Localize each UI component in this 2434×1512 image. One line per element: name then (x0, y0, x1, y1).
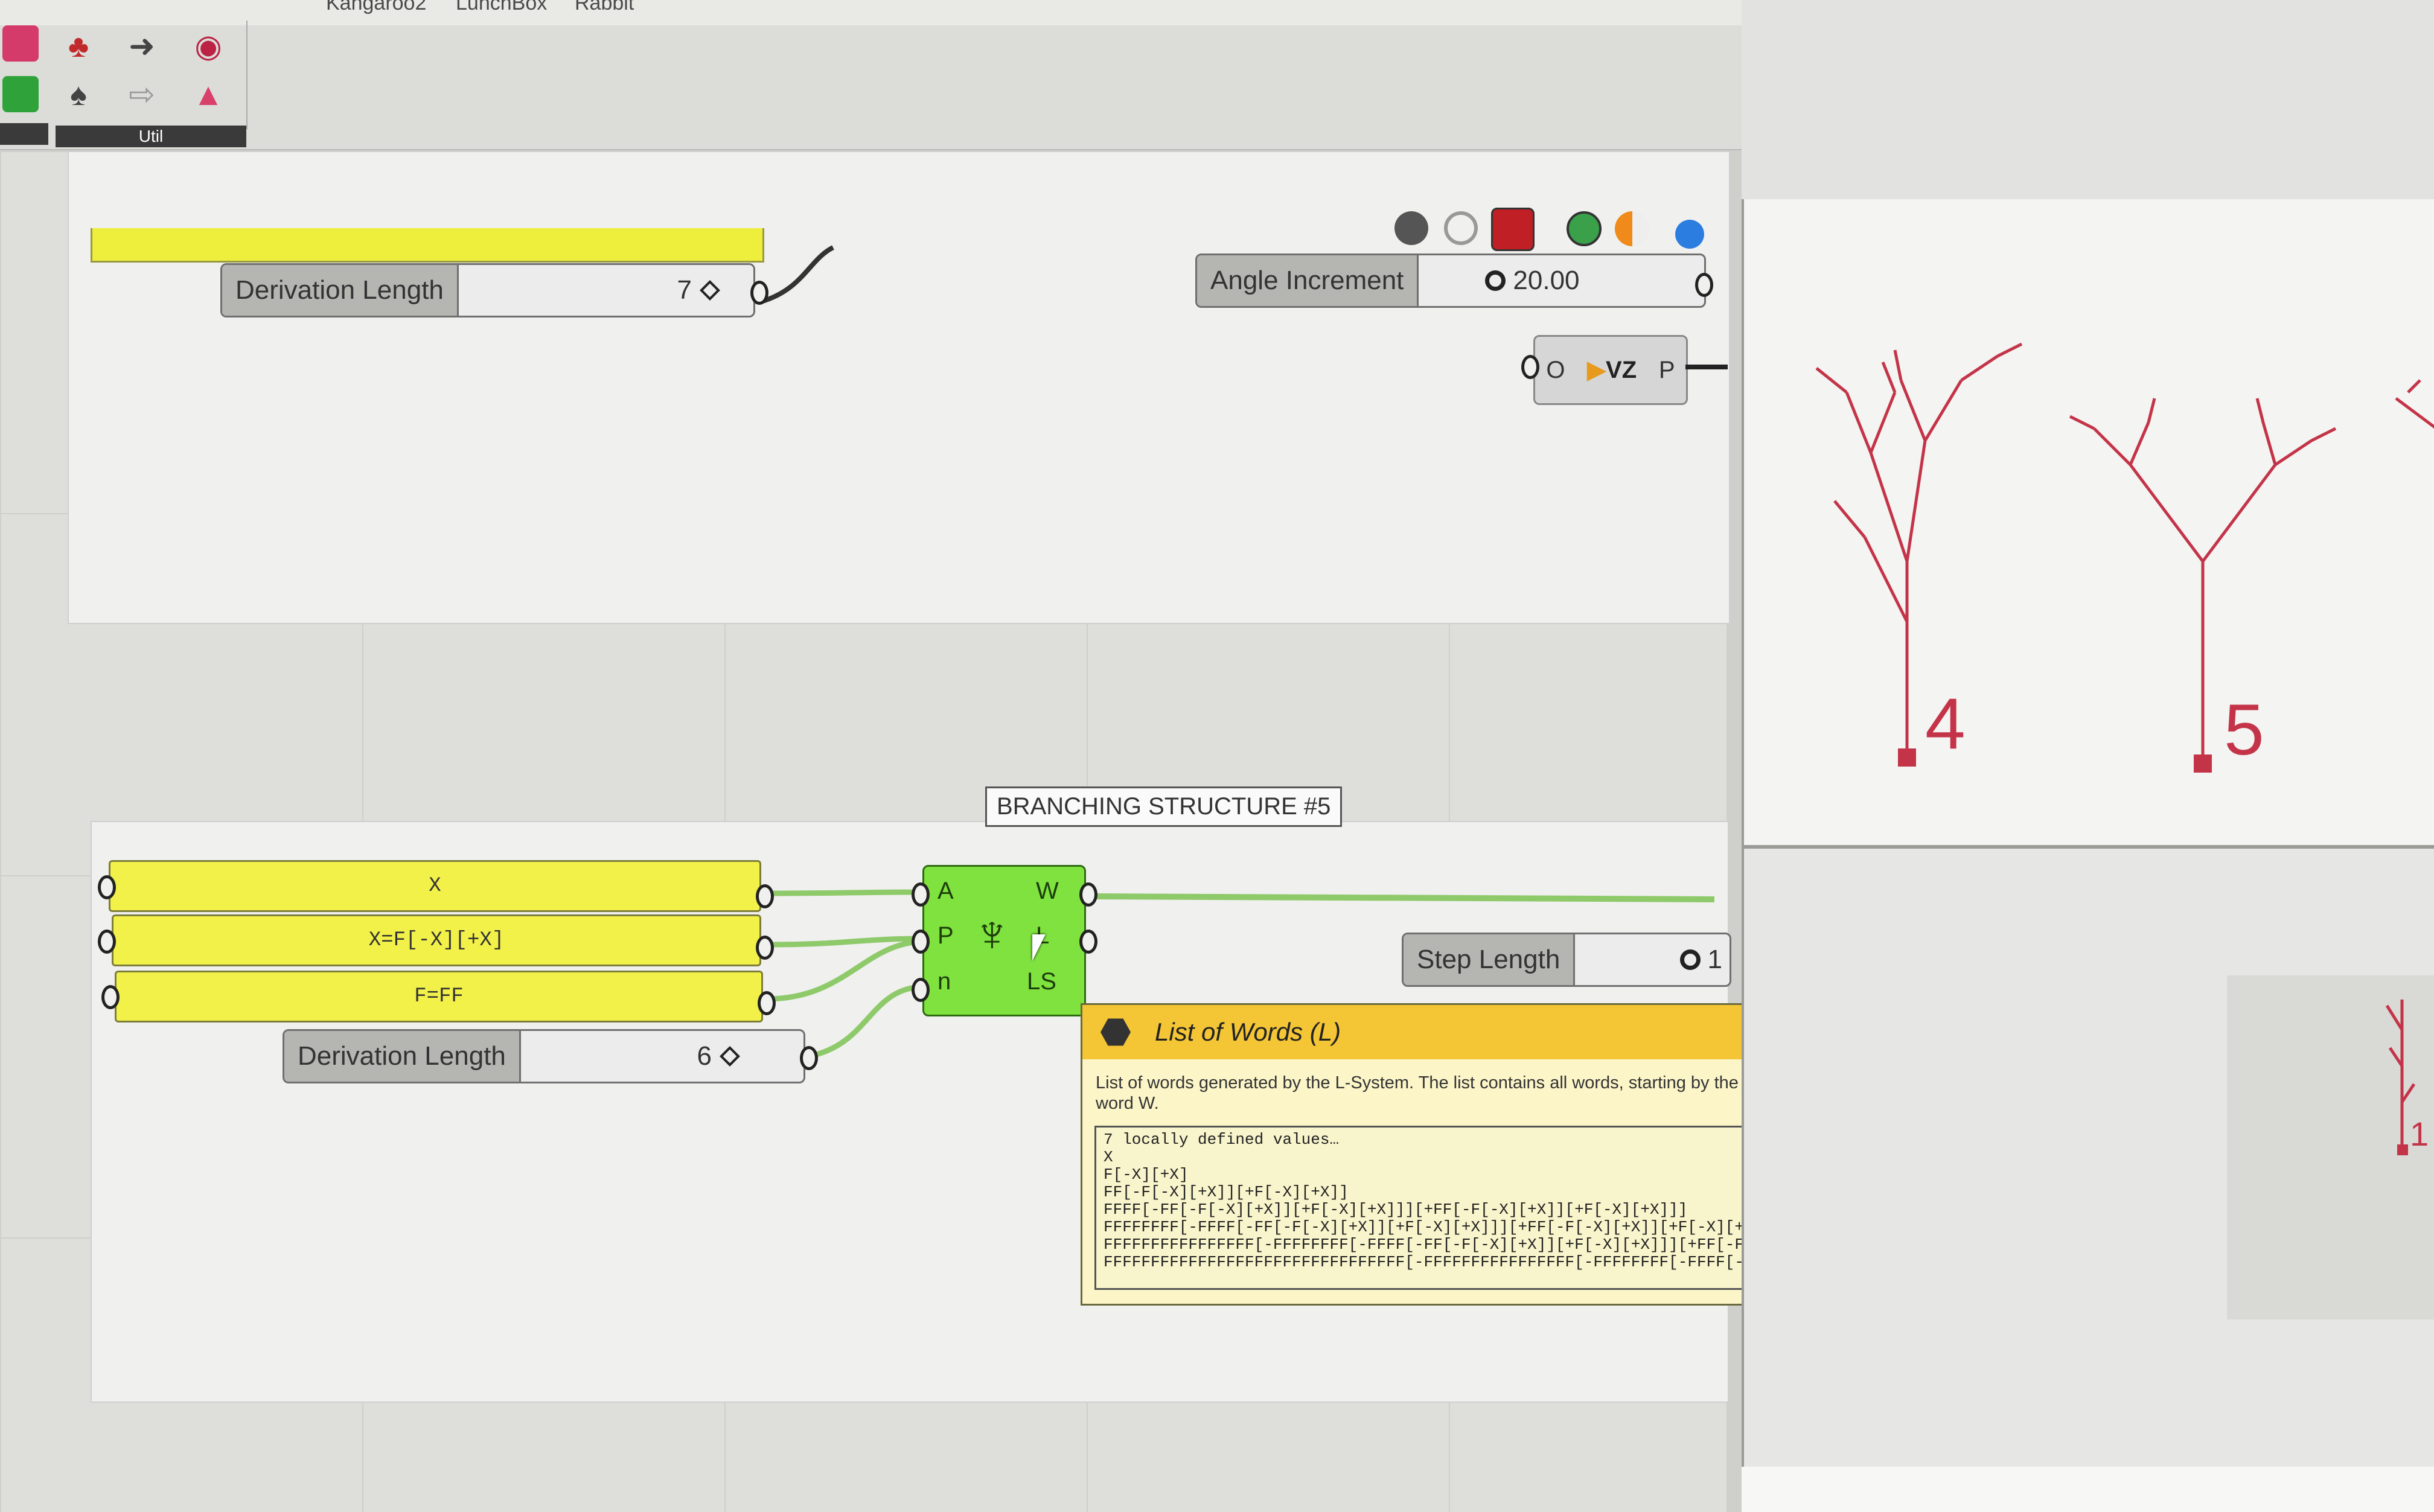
grid-icon[interactable] (2, 76, 39, 112)
selected-preview-icon[interactable] (1567, 211, 1602, 246)
input-axiom-label[interactable]: A (938, 878, 954, 905)
input-grip[interactable] (912, 930, 930, 954)
input-grip[interactable] (912, 978, 930, 1002)
util-tab[interactable]: Util (56, 126, 246, 147)
slider-derivation-bottom[interactable]: Derivation Length 6 (283, 1029, 805, 1083)
bubble-icon[interactable]: ◉ (188, 27, 228, 66)
output-word-label[interactable]: W (1036, 878, 1059, 905)
input-grip[interactable] (1521, 355, 1539, 379)
panel-partial[interactable] (91, 228, 764, 263)
util-group: ♣ ➜ ◉ ♠ ⇨ ▲ (56, 21, 248, 129)
ribbon-group-tab[interactable] (0, 123, 48, 145)
wire-stub (1685, 365, 1728, 369)
swatch-icon[interactable] (2, 25, 39, 62)
shaded-icon[interactable] (1491, 208, 1535, 251)
slider-angle-value: 20.00 (1513, 266, 1580, 295)
slider-derivation-top-label: Derivation Length (222, 265, 459, 316)
output-grip[interactable] (1079, 930, 1097, 954)
menu-kangaroo2[interactable]: Kangaroo2 (326, 0, 426, 15)
tree-5 (2069, 398, 2337, 761)
preview-icon[interactable] (1394, 211, 1428, 245)
input-grip[interactable] (98, 930, 116, 954)
input-grip[interactable] (101, 985, 120, 1009)
output-grip[interactable] (750, 281, 768, 305)
tree-drawing-small (2385, 1000, 2416, 1155)
tree-label-1: 1 (2410, 1115, 2429, 1153)
input-count-label[interactable]: n (938, 968, 951, 995)
slider-step[interactable]: Step Length 1 (1402, 933, 1731, 987)
input-rules-label[interactable]: P (938, 922, 954, 949)
group-top (68, 151, 1730, 624)
material-icon[interactable] (1615, 211, 1650, 246)
lsystem-component[interactable]: A P n W L LS ♆ (922, 865, 1086, 1016)
panel-rule-x[interactable]: X=F[-X][+X] (112, 914, 761, 966)
unit-z-icon: ▶VZ (1587, 357, 1637, 383)
sphere-icon[interactable] (1675, 220, 1704, 249)
tree-4-base-icon (1898, 748, 1916, 767)
tree-4 (1815, 342, 2023, 754)
tree-drawings (1815, 342, 2434, 773)
param-hexagon-icon (1100, 1018, 1131, 1046)
panel-rule-f[interactable]: F=FF (115, 971, 763, 1022)
menu-rabbit[interactable]: Rabbit (575, 0, 634, 15)
output-grip[interactable] (800, 1046, 818, 1070)
rhino-viewport-top[interactable]: 4 5 (1742, 199, 2434, 845)
tree-icon: ♆ (973, 905, 1012, 963)
arrow-outline-icon[interactable]: ⇨ (122, 75, 162, 115)
component-name-tag: BRANCHING STRUCTURE #5 (985, 786, 1343, 827)
grasshopper-canvas[interactable] (0, 151, 1730, 1512)
tree-label-5: 5 (2224, 689, 2264, 770)
slider-derivation-bottom-value: 6 (697, 1041, 712, 1071)
tree-label-4: 4 (1925, 683, 1966, 764)
rhino-title-area (1742, 0, 2434, 199)
input-grip[interactable] (912, 882, 930, 907)
slider-handle-icon[interactable] (700, 280, 720, 301)
slider-angle[interactable]: Angle Increment 20.00 (1195, 254, 1706, 308)
output-grip[interactable] (758, 991, 776, 1015)
output-lsystem-label[interactable]: LS (1027, 968, 1056, 995)
flask-icon[interactable]: ▲ (188, 75, 228, 115)
slider-step-label: Step Length (1404, 934, 1576, 985)
output-grip[interactable] (756, 884, 774, 908)
rhino-status-bar (1742, 1467, 2434, 1512)
tree-6-partial (2395, 379, 2434, 429)
tree-icon[interactable]: ♠ (59, 75, 98, 115)
menu-bar: Kangaroo2 LunchBox Rabbit (0, 0, 1745, 25)
unit-z-component[interactable]: O ▶VZ P (1533, 335, 1688, 405)
mouse-cursor-icon (1032, 934, 1046, 961)
panel-axiom[interactable]: X (109, 860, 761, 912)
input-grip[interactable] (98, 875, 116, 899)
cherry-icon[interactable]: ♣ (59, 27, 98, 66)
ribbon-toolbar (0, 25, 1745, 150)
menu-lunchbox[interactable]: LunchBox (456, 0, 547, 15)
slider-derivation-top[interactable]: Derivation Length 7 (220, 263, 755, 317)
tree-5-base-icon (2194, 754, 2212, 773)
rhino-viewport-bottom[interactable]: 1 (1742, 845, 2434, 1470)
wireframe-icon[interactable] (1444, 211, 1478, 245)
slider-step-value: 1 (1707, 945, 1722, 974)
output-grip[interactable] (1695, 273, 1713, 297)
slider-handle-icon[interactable] (1485, 270, 1506, 291)
slider-derivation-top-value: 7 (677, 275, 692, 305)
output-grip[interactable] (1079, 882, 1097, 907)
slider-derivation-bottom-label: Derivation Length (284, 1031, 521, 1082)
output-grip[interactable] (756, 936, 774, 960)
slider-handle-icon[interactable] (720, 1046, 740, 1067)
slider-angle-label: Angle Increment (1197, 255, 1419, 306)
unit-z-input-label: O (1546, 356, 1565, 383)
slider-handle-icon[interactable] (1679, 949, 1701, 970)
unit-z-output-label: P (1658, 356, 1675, 383)
arrow-right-icon[interactable]: ➜ (122, 27, 162, 66)
tooltip-title: List of Words (L) (1155, 1018, 1341, 1046)
